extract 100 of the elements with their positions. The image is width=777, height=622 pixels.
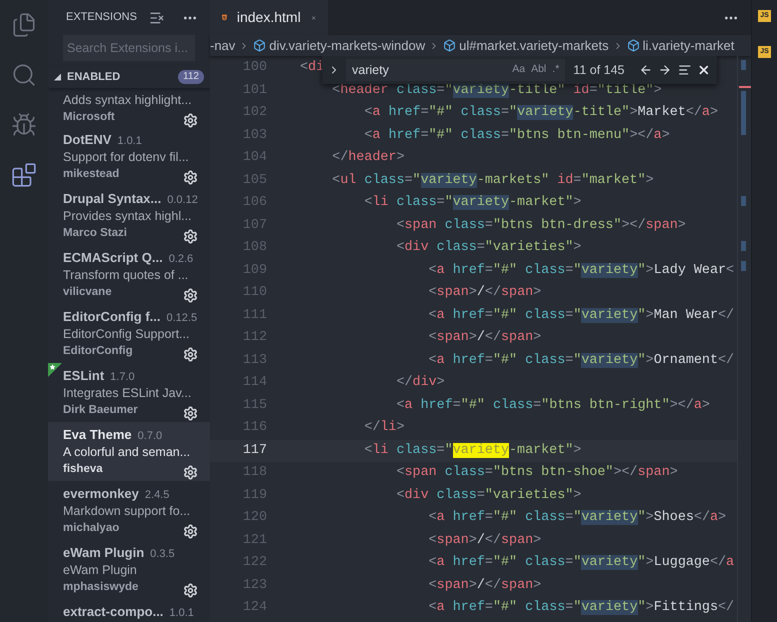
extension-description: Adds syntax highlight... <box>63 92 193 109</box>
code-line: <a href="#" class="variety">Man Wear</ <box>428 306 734 325</box>
find-option-toggle[interactable]: Aa <box>512 62 526 78</box>
settings-icon[interactable] <box>183 346 198 362</box>
extension-name: DotENV <box>63 131 112 149</box>
settings-icon[interactable] <box>183 464 198 480</box>
extension-item[interactable]: Eva Theme 0.7.0 A colorful and seman... fisheva <box>48 422 210 481</box>
extension-publisher: Marco Stazi <box>63 226 127 242</box>
extension-name: extract-compo... <box>63 603 164 621</box>
cube-icon <box>626 39 640 52</box>
extension-description: A colorful and seman... <box>63 444 192 461</box>
extension-publisher: fisheva <box>63 462 103 478</box>
breadcrumb-item[interactable]: -nav <box>210 36 236 56</box>
code-line: </li> <box>363 419 405 438</box>
settings-icon[interactable] <box>183 112 198 128</box>
find-input[interactable]: variety Aa Abl .* <box>346 59 566 81</box>
code-line: <span class="btns btn-shoe"></span> <box>395 464 678 482</box>
code-line: <span class="btns btn-dress"></span> <box>395 216 686 235</box>
extension-item[interactable]: Drupal Syntax... 0.0.12 Provides syntax highl... Marco Stazi <box>48 186 210 245</box>
tab-label: index.html <box>236 8 301 27</box>
extension-name: evermonkey <box>63 485 139 503</box>
extension-name: ECMAScript Q... <box>63 249 163 267</box>
extension-version: 0.3.5 <box>150 547 175 562</box>
code-line: <div class="varieties"> <box>395 239 582 258</box>
extension-version: 0.2.6 <box>168 252 194 267</box>
extension-publisher: michalyao <box>63 521 120 536</box>
breadcrumb-item[interactable]: li.variety-market <box>642 36 734 56</box>
editor-tab[interactable]: index.html <box>210 0 328 35</box>
extension-version: 1.0.1 <box>169 606 194 621</box>
code-line: <a href="#" class="variety-title">Market</a> <box>363 104 718 122</box>
find-option-toggle[interactable]: .* <box>552 62 560 78</box>
cube-icon <box>443 39 456 52</box>
close-icon[interactable] <box>697 63 711 77</box>
count-badge: 112 <box>178 70 204 84</box>
match-count: 11 of 145 <box>573 62 624 79</box>
extension-description: EditorConfig Support... <box>63 326 190 343</box>
extension-publisher: mikestead <box>63 167 120 182</box>
code-line: </div> <box>395 374 445 392</box>
extension-name: Eva Theme <box>63 426 132 444</box>
next-match-icon[interactable] <box>658 63 672 77</box>
extension-description: eWam Plugin <box>63 562 138 579</box>
section-label: ENABLED <box>67 70 120 85</box>
line-number: 117 <box>242 442 267 460</box>
find-in-selection-icon[interactable] <box>678 63 692 77</box>
code-line: <a href="#" class="variety">Ornament</ <box>428 352 734 370</box>
extension-publisher: Dirk Baeumer <box>63 403 138 418</box>
previous-match-icon[interactable] <box>638 63 652 77</box>
find-option-toggle[interactable]: Abl <box>531 62 546 78</box>
extension-item[interactable]: EditorConfig f... 0.12.5 EditorConfig Support... EditorConfig <box>48 304 210 363</box>
extension-item[interactable]: ECMAScript Q... 0.2.6 Transform quotes of ... vilicvane <box>48 245 210 304</box>
settings-icon[interactable] <box>183 170 198 184</box>
settings-icon[interactable] <box>183 524 198 538</box>
extension-item[interactable]: Adds syntax highlight... Microsoft <box>48 88 210 127</box>
code-line: <li class="variety-market"> <box>363 442 582 460</box>
code-line: <div class="varieties"> <box>395 486 582 505</box>
extension-version: 2.4.5 <box>144 488 170 503</box>
settings-icon[interactable] <box>183 582 198 598</box>
code-line: <di <box>300 59 324 78</box>
extension-item[interactable]: DotENV 1.0.1 Support for dotenv fil... mikestead <box>48 127 210 186</box>
extension-version: 1.7.0 <box>110 370 135 385</box>
sidebar-title: EXTENSIONS <box>66 10 137 26</box>
extension-version: 0.7.0 <box>138 429 162 444</box>
settings-icon[interactable] <box>183 228 198 244</box>
code-line: <a href="#" class="variety">Fittings</ <box>428 599 734 618</box>
code-line: <span>/</span> <box>428 284 542 302</box>
extension-publisher: vilicvane <box>63 285 112 300</box>
clear-list-icon[interactable] <box>148 10 165 26</box>
settings-icon[interactable] <box>183 406 198 420</box>
extension-item[interactable]: ESLint 1.7.0 Integrates ESLint Jav... Dirk Baeumer <box>48 363 210 422</box>
extension-publisher: mphasiswyde <box>63 580 138 596</box>
code-line: <a href="#" class="btns btn-right"></a> <box>395 396 710 415</box>
extension-item[interactable]: extract-compo... 1.0.1 <box>48 599 210 620</box>
code-line: <li class="variety-market"> <box>363 194 582 212</box>
code-line: <span>/</span> <box>428 329 542 348</box>
extension-version: 1.0.1 <box>117 134 142 149</box>
extension-publisher: Microsoft <box>63 110 115 126</box>
breadcrumb-item[interactable]: div.variety-markets-window <box>269 36 426 56</box>
code-line: </header> <box>331 149 404 168</box>
code-line: <a href="#" class="btns btn-menu"></a> <box>363 126 670 145</box>
settings-icon[interactable] <box>183 288 198 302</box>
star-badge-icon <box>48 363 62 377</box>
extension-description: Markdown support fo... <box>63 503 192 520</box>
extension-description: Transform quotes of ... <box>63 267 190 284</box>
extension-version: 0.12.5 <box>166 311 198 326</box>
extension-version: 0.0.12 <box>167 193 198 208</box>
breadcrumb-item[interactable]: ul#market.variety-markets <box>459 36 609 56</box>
extension-description: Provides syntax highl... <box>63 208 193 225</box>
extension-item[interactable]: evermonkey 2.4.5 Markdown support fo... michalyao <box>48 481 210 540</box>
cube-icon <box>253 39 266 52</box>
search-field[interactable]: Search Extensions i... <box>63 35 195 61</box>
extension-name: ESLint <box>63 367 104 385</box>
extension-description: Support for dotenv fil... <box>63 149 190 166</box>
section-header[interactable]: ENABLED 112 <box>48 66 210 88</box>
code-line: <span>/</span> <box>428 576 542 595</box>
code-line: <span>/</span> <box>428 532 542 550</box>
extension-item[interactable]: eWam Plugin 0.3.5 eWam Plugin mphasiswyde <box>48 540 210 599</box>
code-line: <a href="#" class="variety">Luggage</a <box>428 554 734 572</box>
extension-publisher: EditorConfig <box>63 344 133 360</box>
code-line: <ul class="variety-markets" id="market"> <box>331 172 654 190</box>
extension-name: EditorConfig f... <box>63 308 160 326</box>
